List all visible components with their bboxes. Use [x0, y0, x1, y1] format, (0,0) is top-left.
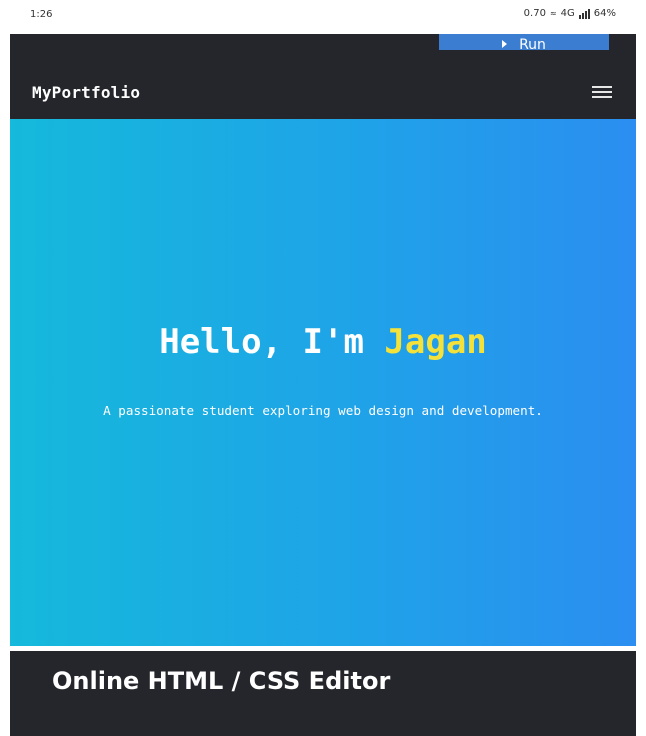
- hamburger-menu-button[interactable]: [590, 83, 614, 99]
- hamburger-menu-icon: [592, 86, 612, 88]
- status-indicators: 0.70 ≈ 4G 64%: [524, 8, 616, 19]
- network-speed: 0.70: [523, 8, 546, 19]
- hero-name: Jagan: [384, 322, 487, 362]
- editor-title: Online HTML / CSS Editor: [52, 667, 391, 695]
- wifi-icon: ≈: [549, 9, 557, 18]
- run-label: Run: [519, 37, 546, 50]
- battery-level: 64%: [593, 8, 616, 19]
- editor-section: Online HTML / CSS Editor: [10, 651, 636, 736]
- play-icon: [502, 40, 508, 48]
- signal-icon: [578, 8, 590, 19]
- hero-section: Hello, I'm Jagan A passionate student ex…: [10, 119, 636, 646]
- navbar: Run MyPortfolio: [10, 34, 636, 119]
- hero-subtitle: A passionate student exploring web desig…: [103, 403, 543, 418]
- run-button[interactable]: Run: [439, 34, 609, 50]
- status-time: 1:26: [30, 9, 53, 20]
- network-type: 4G: [560, 8, 575, 19]
- app-frame: Run MyPortfolio Hello, I'm Jagan A passi…: [10, 34, 636, 736]
- brand-logo[interactable]: MyPortfolio: [32, 83, 140, 102]
- hero-greeting: Hello, I'm: [159, 322, 385, 362]
- status-bar: 1:26 0.70 ≈ 4G 64%: [0, 0, 646, 34]
- hero-title: Hello, I'm Jagan: [10, 322, 636, 362]
